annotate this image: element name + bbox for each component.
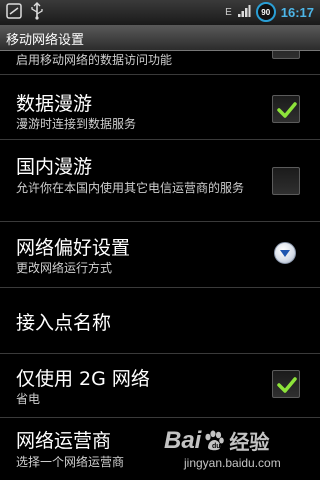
access-point-names-title: 接入点名称: [16, 312, 112, 334]
data-roaming-summary: 漫游时连接到数据服务: [16, 117, 137, 131]
chevron-down-icon[interactable]: [274, 242, 296, 264]
svg-text:du: du: [212, 443, 221, 450]
national-roaming-summary: 允许你在本国内使用其它电信运营商的服务: [16, 181, 245, 195]
network-preference-title: 网络偏好设置: [16, 237, 131, 259]
notification-icon[interactable]: [6, 3, 22, 23]
usb-icon: [30, 2, 44, 24]
page-title: 移动网络设置: [6, 33, 85, 48]
list-item-use-2g-only[interactable]: 仅使用 2G 网络 省电: [0, 354, 320, 417]
status-bar: E 90 16:17: [0, 0, 320, 25]
national-roaming-title: 国内漫游: [16, 156, 93, 178]
baidu-jingyan-watermark: Bai du 经验 jingyan.baidu.com: [164, 426, 314, 476]
paw-icon: du: [205, 430, 225, 450]
network-operators-title: 网络运营商: [16, 430, 112, 452]
list-item-data-roaming[interactable]: 数据漫游 漫游时连接到数据服务: [0, 75, 320, 135]
national-roaming-checkbox[interactable]: [272, 167, 300, 195]
clock: 16:17: [280, 4, 314, 20]
checkmark-icon: [277, 377, 297, 393]
data-enabled-summary: 启用移动网络的数据访问功能: [16, 53, 173, 67]
data-enabled-checkbox[interactable]: [272, 51, 300, 59]
network-preference-summary: 更改网络运行方式: [16, 261, 113, 275]
settings-list[interactable]: 启用移动网络的数据访问功能 数据漫游 漫游时连接到数据服务 国内漫游 允许你在本…: [0, 51, 320, 480]
watermark-brand-latin: Bai: [164, 426, 202, 454]
signal-icon: [237, 3, 251, 22]
list-item-data-enabled[interactable]: 启用移动网络的数据访问功能: [0, 51, 320, 74]
battery-icon: 90: [255, 2, 276, 22]
checkmark-icon: [277, 102, 297, 118]
title-bar: 移动网络设置: [0, 25, 320, 51]
use-2g-only-title: 仅使用 2G 网络: [16, 368, 150, 390]
use-2g-only-summary: 省电: [16, 392, 41, 406]
network-type-label: E: [225, 6, 232, 18]
list-item-access-point-names[interactable]: 接入点名称: [0, 288, 320, 353]
data-roaming-title: 数据漫游: [16, 93, 93, 115]
battery-level: 90: [261, 7, 271, 17]
watermark-url: jingyan.baidu.com: [184, 456, 281, 470]
list-item-network-preference[interactable]: 网络偏好设置 更改网络运行方式: [0, 222, 320, 287]
watermark-brand-cn: 经验: [229, 430, 270, 454]
data-roaming-checkbox[interactable]: [272, 95, 300, 123]
use-2g-only-checkbox[interactable]: [272, 370, 300, 398]
